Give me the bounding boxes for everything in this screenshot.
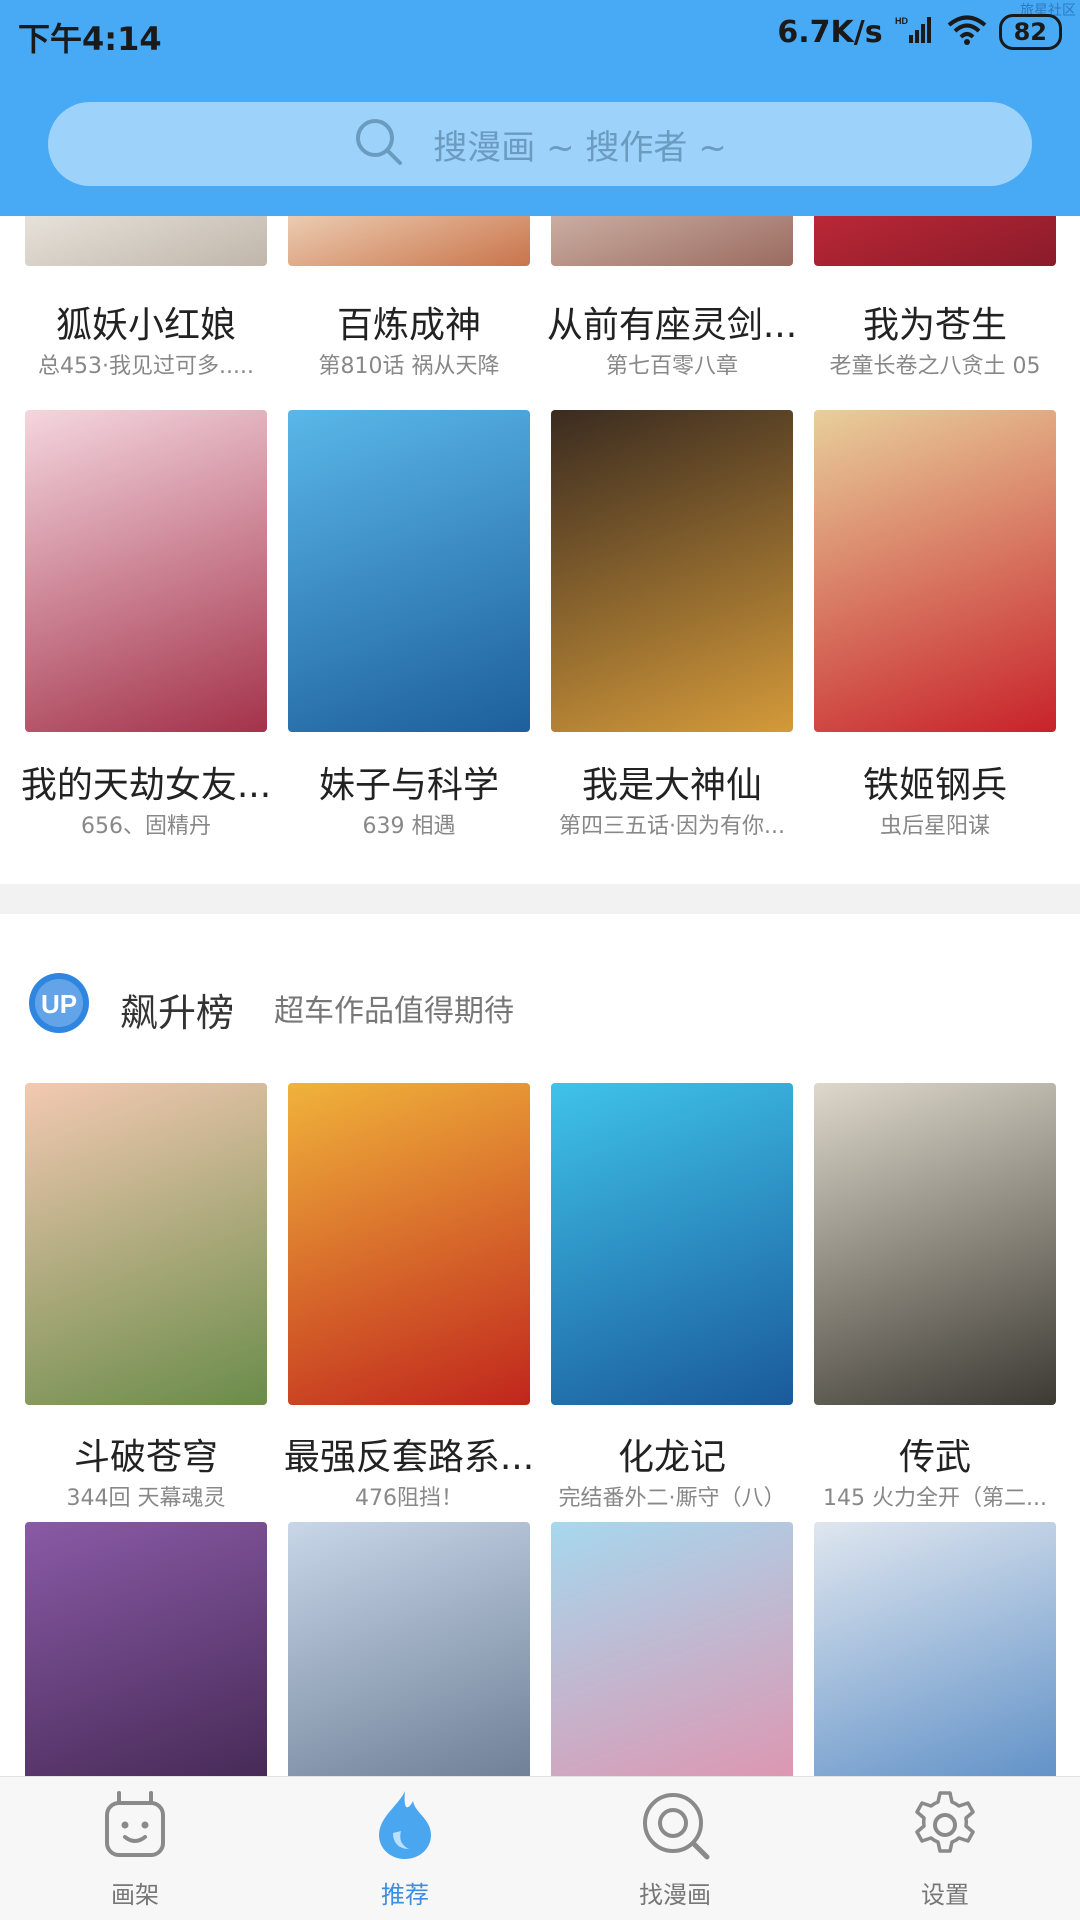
section-divider [0, 884, 1080, 914]
comic-latest-chapter: 476阻挡！ [355, 1486, 463, 1511]
comic-cover[interactable] [551, 216, 793, 266]
section-subtitle: 超车作品值得期待 [274, 994, 514, 1029]
comic-cover[interactable] [551, 1083, 793, 1405]
up-badge-text: UP [41, 989, 77, 1019]
comic-title[interactable]: 从前有座灵剑... [540, 296, 804, 348]
section-header-rising[interactable]: UP 飙升榜 超车作品值得期待 [0, 948, 1080, 1058]
comic-title[interactable]: 我为苍生 [803, 296, 1067, 348]
comic-cover[interactable] [25, 1083, 267, 1405]
comic-title[interactable]: 我是大神仙 [540, 756, 804, 808]
comic-cover[interactable] [25, 216, 267, 266]
comic-latest-chapter: 344回 天幕魂灵 [66, 1486, 226, 1511]
search-icon [639, 1789, 711, 1861]
comic-cover[interactable] [814, 1522, 1056, 1776]
comic-latest-chapter: 639 相遇 [362, 814, 456, 839]
comic-latest-chapter: 656、固精丹 [81, 814, 211, 839]
comic-cover[interactable] [288, 410, 530, 732]
comic-title[interactable]: 妹子与科学 [277, 756, 541, 808]
comic-latest-chapter: 145 火力全开（第二... [823, 1486, 1047, 1511]
comic-title[interactable]: 我的天劫女友... [14, 756, 278, 808]
comic-title[interactable]: 百炼成神 [277, 296, 541, 348]
gear-icon [909, 1789, 981, 1861]
network-speed: 6.7K/s [777, 14, 883, 50]
comic-cover[interactable] [814, 216, 1056, 266]
tab-label: 画架 [111, 1881, 159, 1909]
content-scroll-area[interactable]: 狐妖小红娘 百炼成神 从前有座灵剑... 我为苍生 总453·我见过可多....… [0, 216, 1080, 1776]
up-badge-icon: UP [28, 972, 90, 1034]
status-icons: 6.7K/s HD 82 [777, 14, 1062, 50]
svg-text:HD: HD [895, 16, 908, 26]
comic-title[interactable]: 传武 [803, 1428, 1067, 1480]
comic-cover[interactable] [288, 216, 530, 266]
bottom-tab-bar: 画架 推荐 找漫画 设置 [0, 1776, 1080, 1920]
section-title: 飙升榜 [120, 991, 235, 1035]
comic-title[interactable]: 最强反套路系... [277, 1428, 541, 1480]
droplet-icon [369, 1789, 441, 1861]
comic-cover[interactable] [25, 1522, 267, 1776]
status-bar: 下午4:14 旅星社区 6.7K/s HD 82 [0, 0, 1080, 72]
comic-cover[interactable] [814, 410, 1056, 732]
search-input[interactable]: 搜漫画 ~ 搜作者 ~ [48, 102, 1032, 186]
comic-latest-chapter: 总453·我见过可多..... [38, 354, 254, 379]
wifi-icon [947, 14, 987, 50]
comic-cover[interactable] [288, 1522, 530, 1776]
status-time: 下午4:14 [18, 20, 162, 58]
comic-cover[interactable] [551, 410, 793, 732]
comic-title[interactable]: 化龙记 [540, 1428, 804, 1480]
search-icon [353, 116, 405, 172]
tab-label: 找漫画 [639, 1881, 711, 1909]
comic-cover[interactable] [551, 1522, 793, 1776]
top-header: 下午4:14 旅星社区 6.7K/s HD 82 搜漫画 ~ 搜作者 ~ [0, 0, 1080, 216]
tab-settings[interactable]: 设置 [845, 1777, 1045, 1920]
comic-latest-chapter: 第七百零八章 [605, 354, 738, 379]
comic-title[interactable]: 狐妖小红娘 [14, 296, 278, 348]
comic-cover[interactable] [288, 1083, 530, 1405]
comic-title[interactable]: 斗破苍穹 [14, 1428, 278, 1480]
comic-title[interactable]: 铁姬钢兵 [803, 756, 1067, 808]
comic-latest-chapter: 第810话 祸从天降 [318, 354, 500, 379]
tab-recommend[interactable]: 推荐 [305, 1777, 505, 1920]
comic-latest-chapter: 老童长卷之八贪土 05 [829, 354, 1041, 379]
comic-cover[interactable] [25, 410, 267, 732]
comic-latest-chapter: 虫后星阳谋 [879, 814, 990, 839]
bookshelf-icon [99, 1789, 171, 1861]
signal-icon: HD [895, 15, 935, 49]
tab-label: 设置 [921, 1881, 969, 1909]
search-placeholder: 搜漫画 ~ 搜作者 ~ [433, 127, 727, 168]
comic-latest-chapter: 第四三五话·因为有你... [559, 814, 785, 839]
comic-latest-chapter: 完结番外二·厮守（八） [558, 1486, 786, 1511]
tab-find-comics[interactable]: 找漫画 [575, 1777, 775, 1920]
battery-indicator: 82 [998, 14, 1062, 50]
tab-label: 推荐 [381, 1881, 429, 1909]
tab-bookshelf[interactable]: 画架 [35, 1777, 235, 1920]
comic-cover[interactable] [814, 1083, 1056, 1405]
